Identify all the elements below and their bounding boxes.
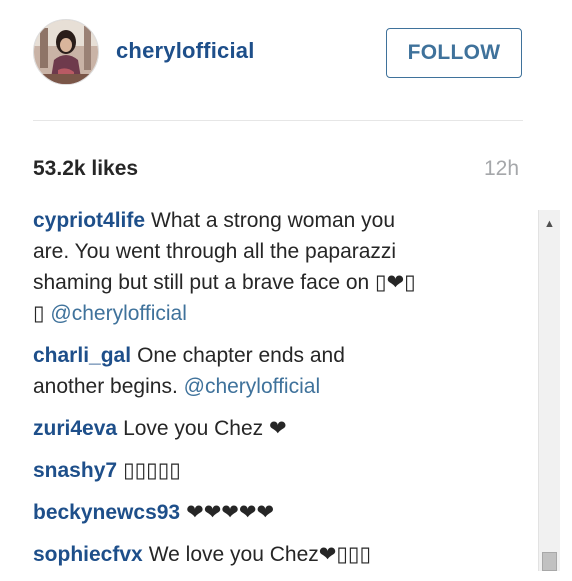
comment-text: ▯ bbox=[33, 302, 45, 325]
comment-item: sophiecfvx We love you Chez❤▯▯▯ bbox=[33, 539, 533, 570]
comment-text: ❤❤❤❤❤ bbox=[186, 501, 275, 524]
comment-text: We love you Chez❤▯▯▯ bbox=[148, 543, 372, 566]
comment-username[interactable]: charli_gal bbox=[33, 344, 131, 367]
comments-list: cypriot4life What a strong woman you are.… bbox=[33, 205, 533, 581]
comment-text: What a strong woman you bbox=[151, 209, 395, 232]
post-username[interactable]: cherylofficial bbox=[116, 38, 255, 64]
comment-username[interactable]: sophiecfvx bbox=[33, 543, 143, 566]
follow-button[interactable]: FOLLOW bbox=[386, 28, 522, 78]
comment-text: One chapter ends and bbox=[137, 344, 345, 367]
comments-scrollbar[interactable]: ▲ bbox=[538, 210, 560, 571]
comment-item: snashy7 ▯▯▯▯▯ bbox=[33, 455, 533, 486]
comment-text: Love you Chez ❤ bbox=[123, 417, 287, 440]
comment-item: cypriot4life What a strong woman you are.… bbox=[33, 205, 533, 329]
mention-link[interactable]: @cherylofficial bbox=[50, 302, 186, 325]
likes-count[interactable]: 53.2k likes bbox=[33, 157, 138, 181]
avatar-photo bbox=[34, 20, 98, 84]
header-divider bbox=[33, 120, 523, 121]
comment-item: beckynewcs93 ❤❤❤❤❤ bbox=[33, 497, 533, 528]
comment-username[interactable]: snashy7 bbox=[33, 459, 117, 482]
comment-username[interactable]: cypriot4life bbox=[33, 209, 145, 232]
comment-text: ▯▯▯▯▯ bbox=[123, 459, 181, 482]
comment-text: are. You went through all the paparazzi bbox=[33, 240, 397, 263]
post-timestamp[interactable]: 12h bbox=[484, 157, 519, 181]
comment-text: shaming but still put a brave face on ▯❤… bbox=[33, 271, 416, 294]
window-edge bbox=[560, 0, 572, 571]
scroll-up-arrow-icon[interactable]: ▲ bbox=[539, 214, 560, 234]
scrollbar-thumb[interactable] bbox=[542, 552, 557, 571]
comment-text: another begins. bbox=[33, 375, 178, 398]
post-header: cherylofficial FOLLOW bbox=[0, 0, 560, 120]
mention-link[interactable]: @cherylofficial bbox=[184, 375, 320, 398]
comment-username[interactable]: beckynewcs93 bbox=[33, 501, 180, 524]
comment-username[interactable]: zuri4eva bbox=[33, 417, 117, 440]
comment-item: charli_gal One chapter ends and another b… bbox=[33, 340, 533, 402]
comment-item: zuri4eva Love you Chez ❤ bbox=[33, 413, 533, 444]
profile-avatar[interactable] bbox=[33, 19, 99, 85]
